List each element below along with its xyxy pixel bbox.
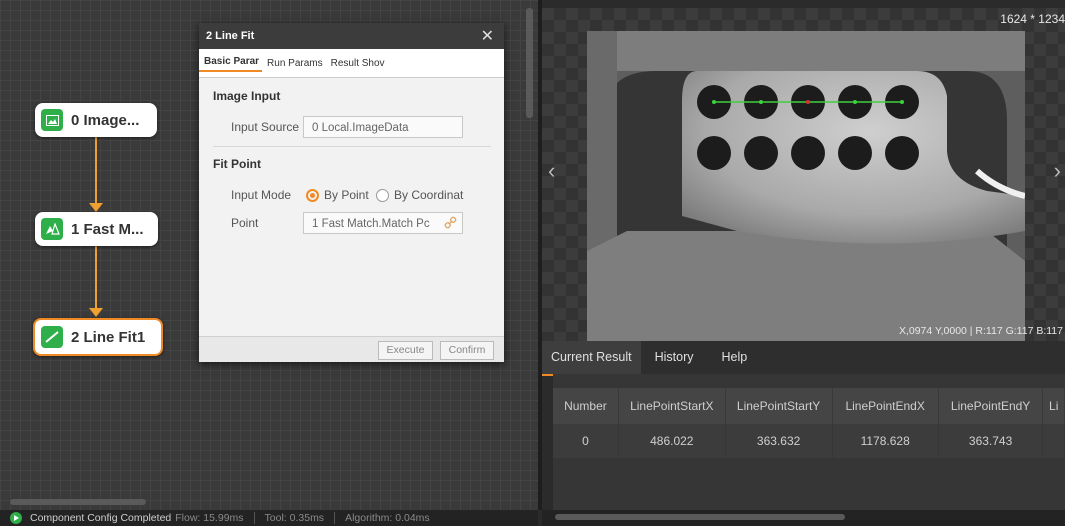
flow-node-line-fit[interactable]: 2 Line Fit1: [33, 318, 163, 356]
execute-button[interactable]: Execute: [378, 341, 433, 360]
tab-current-result[interactable]: Current Result: [542, 341, 641, 376]
image-dimensions: 1624 * 1234: [1000, 12, 1065, 26]
algorithm-time: Algorithm: 0.04ms: [345, 512, 430, 524]
table-cell: 363.743: [938, 424, 1044, 458]
canvas-horizontal-scrollbar[interactable]: [10, 499, 146, 505]
connector-arrow: [89, 308, 103, 317]
chevron-left-icon[interactable]: ‹: [548, 158, 555, 184]
tab-result-show[interactable]: Result Shov: [326, 58, 388, 69]
radio-by-coordinate[interactable]: [376, 189, 389, 202]
point-field[interactable]: 1 Fast Match.Match Pc: [303, 212, 463, 234]
column-header[interactable]: LinePointEndX: [832, 388, 939, 424]
dialog-tabs: Basic Parar Run Params Result Shov: [199, 49, 504, 78]
flow-node-label: 2 Line Fit1: [71, 328, 146, 346]
status-bar: Component Config Completed Flow: 15.99ms…: [0, 510, 538, 526]
connector-arrow: [89, 203, 103, 212]
line-fit-dialog: 2 Line Fit ✕ Basic Parar Run Params Resu…: [199, 23, 504, 362]
point-value: 1 Fast Match.Match Pc: [312, 218, 430, 230]
column-header[interactable]: LinePointEndY: [938, 388, 1044, 424]
flow-node-label: 1 Fast M...: [71, 220, 144, 238]
tab-history[interactable]: History: [641, 341, 708, 374]
result-tabs: Current Result History Help: [542, 341, 1065, 376]
dialog-footer: Execute Confirm: [199, 336, 504, 362]
table-row[interactable]: 0 486.022 363.632 1178.628 363.743: [553, 424, 1065, 458]
input-source-label: Input Source: [231, 120, 300, 134]
line-icon: [41, 326, 63, 348]
result-panel: Number LinePointStartX LinePointStartY L…: [553, 374, 1065, 510]
fit-point-heading: Fit Point: [213, 157, 261, 171]
flow-node-fast-match[interactable]: 1 Fast M...: [35, 212, 158, 246]
link-icon[interactable]: [444, 216, 457, 232]
column-header[interactable]: Number: [553, 388, 619, 424]
dialog-titlebar[interactable]: 2 Line Fit ✕: [199, 23, 504, 49]
tab-help[interactable]: Help: [708, 341, 762, 374]
input-source-field[interactable]: 0 Local.ImageData: [303, 116, 463, 138]
flow-node-image[interactable]: 0 Image...: [35, 103, 157, 137]
inspection-image[interactable]: [587, 31, 1025, 341]
table-cell: 486.022: [618, 424, 726, 458]
status-separator: [334, 512, 336, 524]
dialog-title: 2 Line Fit: [206, 30, 255, 42]
section-divider: [213, 146, 491, 147]
result-table: Number LinePointStartX LinePointStartY L…: [553, 388, 1065, 458]
canvas-vertical-scrollbar[interactable]: [526, 8, 533, 118]
input-source-value: 0 Local.ImageData: [312, 122, 409, 134]
flow-node-label: 0 Image...: [71, 111, 140, 129]
image-input-heading: Image Input: [213, 89, 281, 103]
input-mode-label: Input Mode: [231, 188, 292, 202]
tab-basic-params[interactable]: Basic Parar: [199, 56, 263, 72]
image-viewer[interactable]: 1624 * 1234 X,0974 Y,0000 | R:117 G:117 …: [542, 8, 1065, 341]
match-icon: [41, 218, 63, 240]
pixel-readout: X,0974 Y,0000 | R:117 G:117 B:117: [898, 325, 1063, 337]
radio-by-point-label[interactable]: By Point: [324, 188, 369, 202]
connector-line: [95, 137, 97, 205]
point-label: Point: [231, 216, 259, 230]
image-icon: [41, 109, 63, 131]
table-cell: [1042, 424, 1065, 458]
play-icon: [10, 512, 22, 524]
column-header[interactable]: LinePointStartY: [725, 388, 833, 424]
table-cell: 363.632: [725, 424, 833, 458]
column-header[interactable]: Li: [1042, 388, 1065, 424]
tool-time: Tool: 0.35ms: [264, 512, 325, 524]
column-header[interactable]: LinePointStartX: [618, 388, 726, 424]
tab-run-params[interactable]: Run Params: [262, 58, 326, 69]
chevron-right-icon[interactable]: ›: [1054, 158, 1061, 184]
table-cell: 1178.628: [832, 424, 939, 458]
status-separator: [253, 512, 255, 524]
result-horizontal-scrollbar[interactable]: [555, 514, 845, 520]
confirm-button[interactable]: Confirm: [440, 341, 494, 360]
close-icon[interactable]: ✕: [481, 26, 494, 46]
flow-time: Flow: 15.99ms: [175, 512, 244, 524]
radio-by-point[interactable]: [306, 189, 319, 202]
table-cell: 0: [553, 424, 619, 458]
dialog-body: Image Input Input Source 0 Local.ImageDa…: [199, 78, 504, 318]
radio-by-coordinate-label[interactable]: By Coordinat: [394, 188, 463, 202]
connector-line: [95, 246, 97, 310]
table-header-row: Number LinePointStartX LinePointStartY L…: [553, 388, 1065, 424]
status-message: Component Config Completed: [30, 512, 172, 524]
